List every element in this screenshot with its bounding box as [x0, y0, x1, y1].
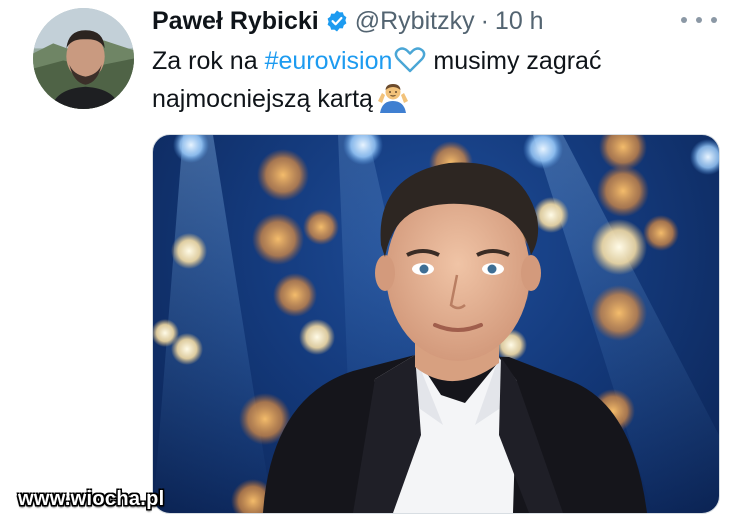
- tweet-timestamp[interactable]: 10 h: [495, 7, 544, 36]
- author-name[interactable]: Paweł Rybicki: [152, 7, 319, 36]
- tweet-text: Za rok na #eurovision musimy zagrać najm…: [152, 42, 712, 118]
- tweet-header: Paweł Rybicki @Rybitzky · 10 h: [152, 4, 544, 38]
- header-separator: ·: [480, 6, 489, 35]
- tweet-text-end: musimy zagrać: [426, 47, 602, 75]
- author-handle[interactable]: @Rybitzky: [355, 7, 475, 36]
- hashtag-link[interactable]: #eurovision: [265, 47, 393, 75]
- tweet-media-photo[interactable]: [152, 134, 720, 514]
- man-shrugging-icon: [376, 81, 410, 113]
- tweet-text-line2: najmocniejszą kartą: [152, 85, 373, 113]
- tweet: Paweł Rybicki @Rybitzky · 10 h Za rok na…: [0, 0, 750, 527]
- more-options-icon[interactable]: [681, 8, 717, 32]
- watermark-text: www.wiocha.pl: [18, 488, 165, 510]
- more-dot: [681, 17, 687, 23]
- tweet-text-start: Za rok na: [152, 47, 265, 75]
- photo-man-stage-lights: [153, 135, 719, 513]
- avatar-photo: [33, 8, 134, 109]
- verified-badge-icon: [325, 9, 349, 33]
- more-dot: [696, 17, 702, 23]
- more-dot: [711, 17, 717, 23]
- avatar[interactable]: [33, 8, 134, 109]
- blue-heart-icon: [394, 47, 426, 73]
